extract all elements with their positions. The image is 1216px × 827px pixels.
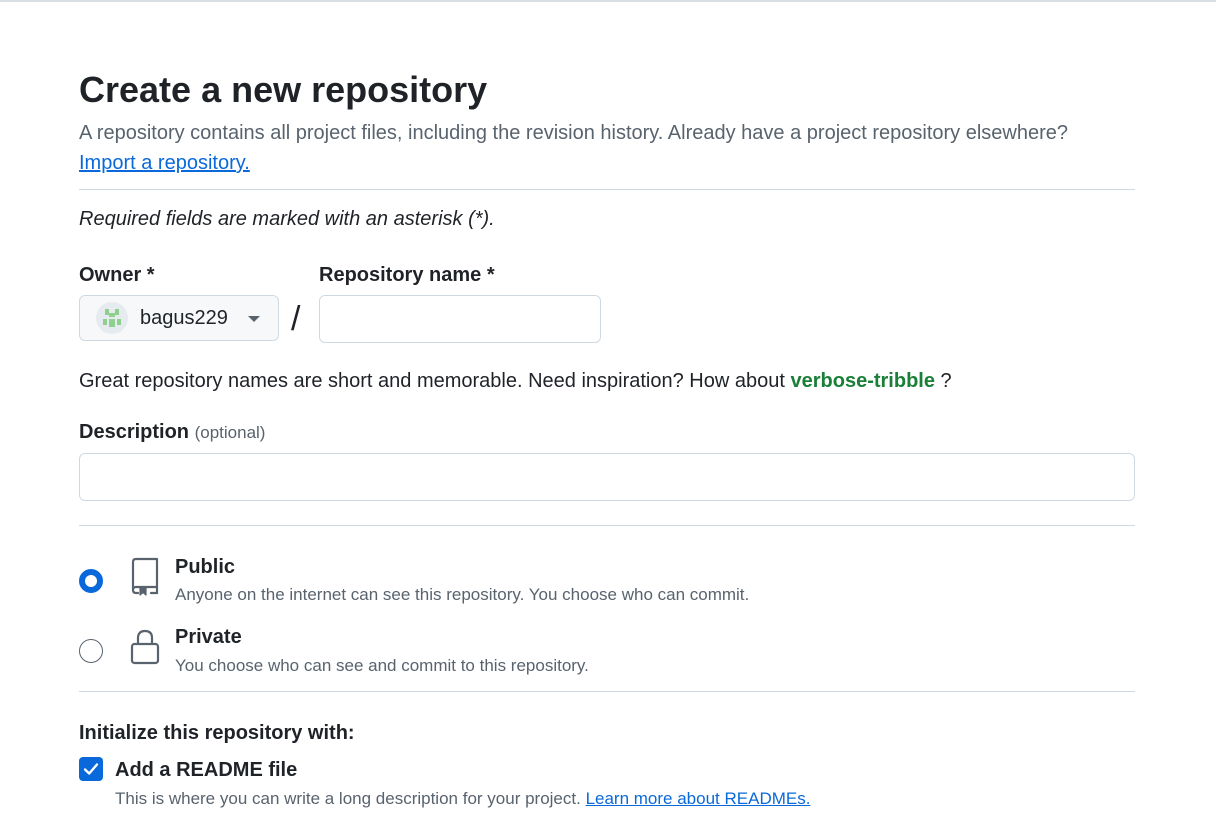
- chevron-down-icon: [248, 316, 260, 322]
- repository-name-input[interactable]: [319, 295, 601, 343]
- private-radio[interactable]: [79, 639, 103, 663]
- lock-icon: [130, 629, 160, 665]
- readme-description: This is where you can write a long descr…: [115, 787, 810, 811]
- readme-desc-text: This is where you can write a long descr…: [115, 789, 581, 808]
- public-radio[interactable]: [79, 569, 103, 593]
- owner-name: bagus229: [140, 307, 228, 329]
- top-border: [0, 0, 1216, 2]
- private-title: Private: [175, 626, 242, 648]
- owner-avatar: [96, 302, 128, 334]
- required-fields-note: Required fields are marked with an aster…: [79, 208, 495, 230]
- optional-tag: (optional): [194, 423, 266, 442]
- repo-icon: [131, 557, 159, 596]
- divider: [79, 189, 1135, 190]
- divider: [79, 525, 1135, 526]
- initialize-label: Initialize this repository with:: [79, 722, 355, 744]
- repository-name-label: Repository name *: [319, 264, 495, 286]
- description-input[interactable]: [79, 453, 1135, 501]
- import-repository-link[interactable]: Import a repository.: [79, 152, 250, 174]
- repo-name-hint: Great repository names are short and mem…: [79, 367, 952, 395]
- owner-dropdown[interactable]: bagus229: [79, 295, 279, 341]
- hint-text: Great repository names are short and mem…: [79, 370, 785, 392]
- check-icon: [83, 763, 99, 775]
- readme-checkbox[interactable]: [79, 757, 103, 781]
- readme-title: Add a README file: [115, 759, 298, 781]
- learn-more-readmes-link[interactable]: Learn more about READMEs.: [586, 789, 811, 808]
- divider: [79, 691, 1135, 692]
- public-title: Public: [175, 556, 236, 578]
- page-subtitle: A repository contains all project files,…: [79, 118, 1139, 178]
- private-description: You choose who can see and commit to thi…: [175, 656, 589, 675]
- owner-label: Owner *: [79, 264, 155, 286]
- hint-suffix: ?: [940, 370, 952, 392]
- name-suggestion[interactable]: verbose-tribble: [790, 370, 934, 392]
- subtitle-text: A repository contains all project files,…: [79, 122, 1069, 144]
- description-label: Description (optional): [79, 418, 265, 447]
- page-title: Create a new repository: [79, 69, 488, 110]
- description-label-text: Description: [79, 421, 190, 443]
- public-description: Anyone on the internet can see this repo…: [175, 585, 750, 604]
- owner-repo-separator: /: [291, 300, 301, 338]
